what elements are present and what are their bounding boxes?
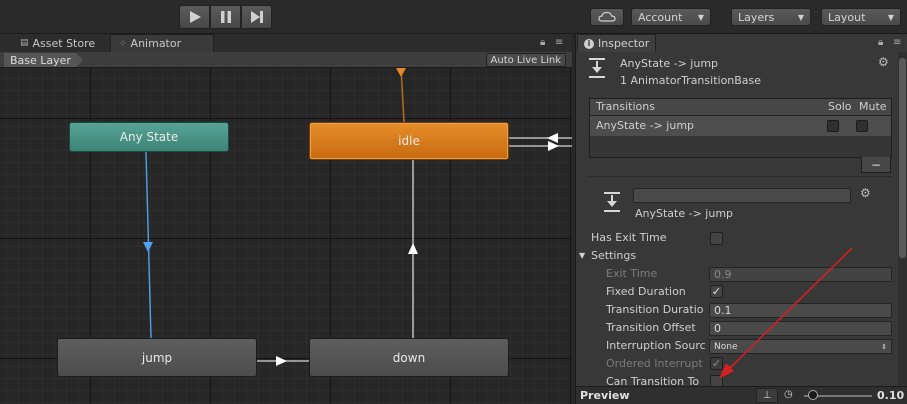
tab-inspector[interactable]: i Inspector: [577, 34, 657, 52]
preview-bar: Preview ⊥ ◷ 0.10: [576, 386, 907, 404]
state-node-down[interactable]: down: [309, 338, 509, 377]
pivot-icon: ⊥: [762, 390, 772, 401]
layers-label: Layers: [738, 10, 775, 24]
scrollbar-thumb[interactable]: [899, 58, 906, 258]
layers-dropdown[interactable]: Layers ▼: [731, 8, 811, 26]
left-tab-strip: ▤ Asset Store ⁘ Animator 🔒︎ ≡: [0, 34, 572, 52]
speed-icon: ◷: [784, 389, 793, 400]
animator-graph[interactable]: Any State idle jump down: [0, 68, 572, 404]
anystate-jump-arrowhead-icon: [143, 242, 153, 252]
pause-button[interactable]: [210, 5, 241, 29]
play-icon: [189, 11, 201, 23]
auto-live-link-button[interactable]: Auto Live Link: [485, 53, 566, 67]
step-button[interactable]: [241, 5, 272, 29]
annotation-arrow: [719, 247, 853, 379]
jump-down-arrowhead-icon: [276, 356, 287, 366]
panel-menu-icon[interactable]: ≡: [555, 37, 563, 48]
tab-animator-label: Animator: [130, 37, 182, 50]
pivot-toggle-button[interactable]: ⊥: [756, 388, 778, 403]
layout-dropdown[interactable]: Layout ▼: [821, 8, 901, 26]
tab-inspector-label: Inspector: [598, 37, 650, 50]
inspector-body: AnyState -> jump 1 AnimatorTransitionBas…: [576, 52, 907, 386]
preview-label: Preview: [580, 389, 630, 402]
play-button[interactable]: [179, 5, 210, 29]
lock-icon[interactable]: 🔒︎: [878, 37, 883, 48]
tab-asset-store-label: Asset Store: [32, 36, 96, 50]
inspector-scrollbar[interactable]: [898, 52, 907, 386]
list-icon: ▤: [20, 38, 29, 48]
state-node-any-state[interactable]: Any State: [69, 122, 229, 152]
account-dropdown[interactable]: Account ▼: [631, 8, 711, 26]
state-node-idle[interactable]: idle: [309, 122, 509, 160]
speed-slider-handle[interactable]: [808, 390, 818, 400]
info-icon: i: [584, 38, 594, 49]
account-label: Account: [638, 10, 683, 24]
down-idle-arrowhead-icon: [408, 243, 418, 254]
tab-asset-store[interactable]: ▤ Asset Store: [20, 34, 95, 52]
chevron-down-icon: ▼: [697, 12, 704, 22]
inspector-panel: i Inspector 🔒︎ ≡ AnyState -> jump 1 Anim…: [575, 34, 907, 404]
playback-controls: [179, 5, 272, 29]
entry-arrowhead-icon: [396, 68, 406, 77]
pause-icon: [220, 11, 231, 23]
graph-header: Base Layer Auto Live Link: [0, 52, 572, 68]
tab-animator[interactable]: ⁘ Animator: [110, 34, 214, 52]
lock-icon[interactable]: 🔒︎: [540, 37, 545, 48]
preview-speed-value: 0.10: [877, 389, 905, 402]
step-icon: [250, 11, 263, 23]
main-toolbar: Account ▼ Layers ▼ Layout ▼: [0, 0, 907, 34]
state-node-jump[interactable]: jump: [57, 338, 257, 377]
chevron-down-icon: ▼: [887, 12, 894, 22]
animator-icon: ⁘: [119, 38, 127, 49]
cloud-icon: [598, 11, 616, 22]
chevron-down-icon: ▼: [797, 12, 804, 22]
cloud-button[interactable]: [590, 8, 624, 26]
breadcrumb[interactable]: Base Layer: [4, 53, 83, 67]
layout-label: Layout: [828, 10, 866, 24]
panel-menu-icon[interactable]: ≡: [893, 37, 901, 48]
